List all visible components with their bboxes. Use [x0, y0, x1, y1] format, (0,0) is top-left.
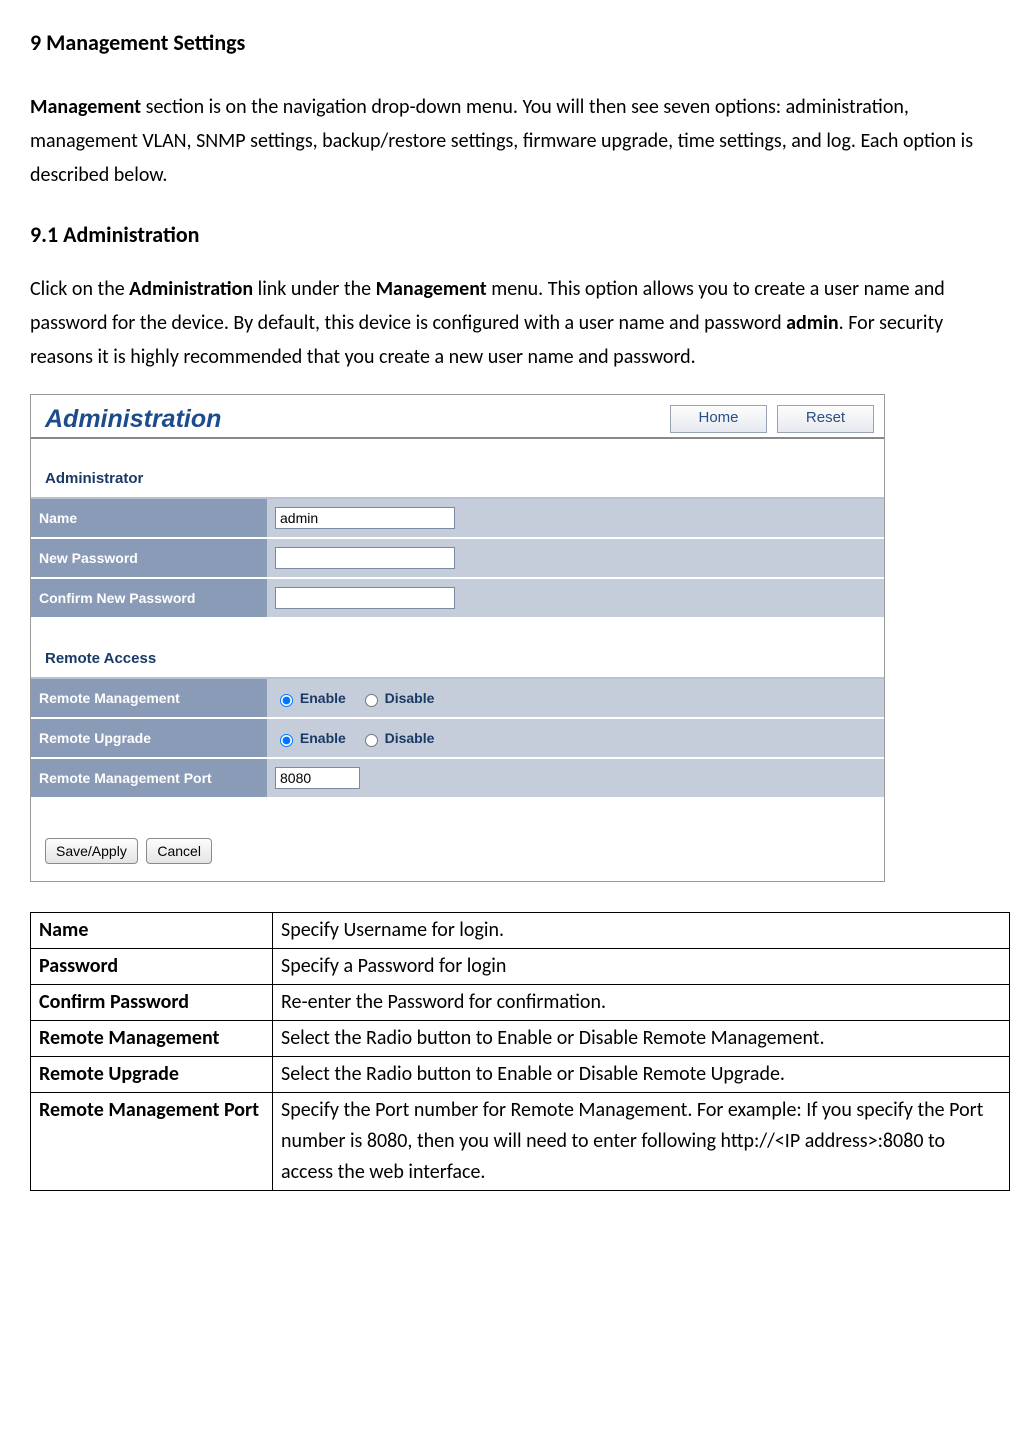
desc-rupg-val: Select the Radio button to Enable or Dis… — [273, 1057, 1010, 1093]
label-name: Name — [31, 499, 267, 538]
desc-rmgmt-key: Remote Management — [31, 1021, 273, 1057]
new-password-input[interactable] — [275, 547, 455, 569]
radio-rmgmt-disable-label[interactable]: Disable — [360, 690, 435, 706]
desc-name-val: Specify Username for login. — [273, 913, 1010, 949]
desc-rport-val: Specify the Port number for Remote Manag… — [273, 1093, 1010, 1191]
radio-rmgmt-enable-label[interactable]: Enable — [275, 690, 346, 706]
table-row: Name Specify Username for login. — [31, 913, 1010, 949]
footer-buttons: Save/Apply Cancel — [31, 799, 884, 881]
intro-text: section is on the navigation drop-down m… — [30, 95, 973, 187]
remote-access-table: Remote Management Enable Disable Remote … — [31, 679, 884, 799]
label-new-password: New Password — [31, 538, 267, 578]
description-table: Name Specify Username for login. Passwor… — [30, 912, 1010, 1191]
desc-rmgmt-val: Select the Radio button to Enable or Dis… — [273, 1021, 1010, 1057]
radio-rupg-enable[interactable] — [280, 734, 293, 747]
radio-rupg-enable-label[interactable]: Enable — [275, 730, 346, 746]
intro-bold: Management — [30, 95, 141, 119]
desc-confirm-val: Re-enter the Password for confirmation. — [273, 985, 1010, 1021]
confirm-password-input[interactable] — [275, 587, 455, 609]
table-row: Remote Management Port Specify the Port … — [31, 1093, 1010, 1191]
heading-2: 9.1 Administration — [30, 217, 1004, 252]
label-remote-port: Remote Management Port — [31, 758, 267, 798]
panel-header: Administration Home Reset — [31, 395, 884, 439]
radio-rmgmt-enable[interactable] — [280, 694, 293, 707]
name-input[interactable] — [275, 507, 455, 529]
radio-rupg-disable[interactable] — [365, 734, 378, 747]
remote-port-input[interactable] — [275, 767, 360, 789]
table-row: Confirm Password Re-enter the Password f… — [31, 985, 1010, 1021]
desc-rupg-key: Remote Upgrade — [31, 1057, 273, 1093]
label-confirm-password: Confirm New Password — [31, 578, 267, 618]
label-remote-upgrade: Remote Upgrade — [31, 718, 267, 758]
section-remote-access: Remote Access — [31, 619, 884, 679]
radio-rmgmt-disable[interactable] — [365, 694, 378, 707]
intro-paragraph: Management section is on the navigation … — [30, 90, 1004, 192]
panel-title: Administration — [45, 399, 221, 439]
home-button[interactable]: Home — [670, 405, 767, 433]
reset-button[interactable]: Reset — [777, 405, 874, 433]
desc-name-key: Name — [31, 913, 273, 949]
table-row: Password Specify a Password for login — [31, 949, 1010, 985]
section-administrator: Administrator — [31, 439, 884, 499]
label-remote-management: Remote Management — [31, 679, 267, 718]
screenshot-panel: Administration Home Reset Administrator … — [30, 394, 885, 882]
heading-1: 9 Management Settings — [30, 25, 1004, 60]
desc-confirm-key: Confirm Password — [31, 985, 273, 1021]
table-row: Remote Management Select the Radio butto… — [31, 1021, 1010, 1057]
desc-rport-key: Remote Management Port — [31, 1093, 273, 1191]
administrator-table: Name New Password Confirm New Password — [31, 499, 884, 619]
desc-password-val: Specify a Password for login — [273, 949, 1010, 985]
save-apply-button[interactable]: Save/Apply — [45, 838, 138, 864]
admin-paragraph: Click on the Administration link under t… — [30, 272, 1004, 374]
cancel-button[interactable]: Cancel — [146, 838, 212, 864]
table-row: Remote Upgrade Select the Radio button t… — [31, 1057, 1010, 1093]
desc-password-key: Password — [31, 949, 273, 985]
radio-rupg-disable-label[interactable]: Disable — [360, 730, 435, 746]
